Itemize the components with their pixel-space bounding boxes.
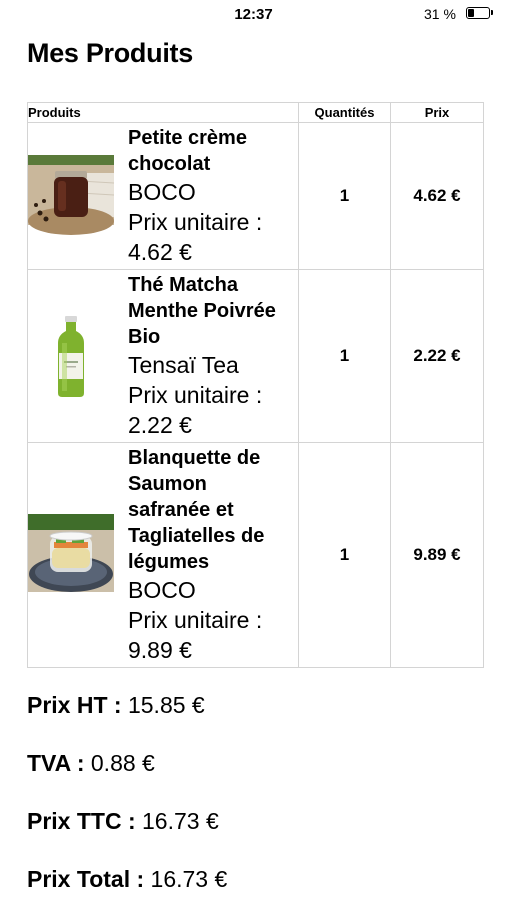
product-unit-price: 2.22 € — [128, 412, 192, 438]
product-brand: Tensaï Tea — [128, 352, 239, 378]
table-header-row: Produits Quantités Prix — [27, 102, 484, 123]
header-quantities: Quantités — [298, 102, 391, 123]
quantity-cell: 1 — [298, 442, 391, 668]
quantity-cell: 1 — [298, 269, 391, 443]
summary-total-value: 16.73 € — [150, 866, 228, 892]
salmon-blanquette-jar-image — [28, 512, 114, 598]
matcha-tea-bottle-image — [28, 313, 114, 399]
battery-icon — [466, 7, 490, 19]
product-brand: BOCO — [128, 179, 196, 205]
header-products: Produits — [27, 102, 299, 123]
summary-ht: Prix HT : 15.85 € — [27, 692, 205, 719]
summary-tva: TVA : 0.88 € — [27, 750, 155, 777]
summary-ht-value: 15.85 € — [127, 692, 205, 718]
summary-total: Prix Total : 16.73 € — [27, 866, 227, 893]
product-unit-label: Prix unitaire : — [128, 607, 263, 633]
product-unit-price: 9.89 € — [128, 637, 192, 663]
summary-tva-value: 0.88 € — [90, 750, 155, 776]
table-row[interactable]: Thé Matcha Menthe Poivrée Bio Tensaï Tea… — [27, 269, 484, 443]
table-row[interactable]: Petite crème chocolat BOCO Prix unitaire… — [27, 122, 484, 270]
price-cell: 9.89 € — [390, 442, 484, 668]
header-price: Prix — [390, 102, 484, 123]
product-brand: BOCO — [128, 577, 196, 603]
quantity-cell: 1 — [298, 122, 391, 270]
product-unit-label: Prix unitaire : — [128, 382, 263, 408]
price-cell: 2.22 € — [390, 269, 484, 443]
battery-fill — [468, 9, 474, 17]
page-title: Mes Produits — [27, 38, 193, 68]
product-unit-price: 4.62 € — [128, 239, 192, 265]
product-cell: Thé Matcha Menthe Poivrée Bio Tensaï Tea… — [27, 269, 299, 443]
summary-ttc-value: 16.73 € — [142, 808, 219, 834]
summary-total-label: Prix Total : — [27, 866, 145, 892]
price-cell: 4.62 € — [390, 122, 484, 270]
summary-ttc-label: Prix TTC : — [27, 808, 136, 834]
product-name: Blanquette de Saumon safranée et Tagliat… — [128, 447, 265, 573]
battery-tip-icon — [491, 10, 493, 15]
product-cell: Petite crème chocolat BOCO Prix unitaire… — [27, 122, 299, 270]
chocolate-cream-jar-image — [28, 153, 114, 239]
product-unit-label: Prix unitaire : — [128, 209, 263, 235]
table-row[interactable]: Blanquette de Saumon safranée et Tagliat… — [27, 442, 484, 668]
product-cell: Blanquette de Saumon safranée et Tagliat… — [27, 442, 299, 668]
battery-percent: 31 % — [424, 6, 456, 22]
summary-tva-label: TVA : — [27, 750, 85, 776]
products-table: Produits Quantités Prix Petite crème cho… — [27, 102, 484, 668]
status-bar: 12:37 31 % — [0, 0, 507, 30]
product-name: Petite crème chocolat — [128, 127, 247, 175]
summary-ttc: Prix TTC : 16.73 € — [27, 808, 219, 835]
summary-ht-label: Prix HT : — [27, 692, 122, 718]
product-name: Thé Matcha Menthe Poivrée Bio — [128, 274, 276, 348]
